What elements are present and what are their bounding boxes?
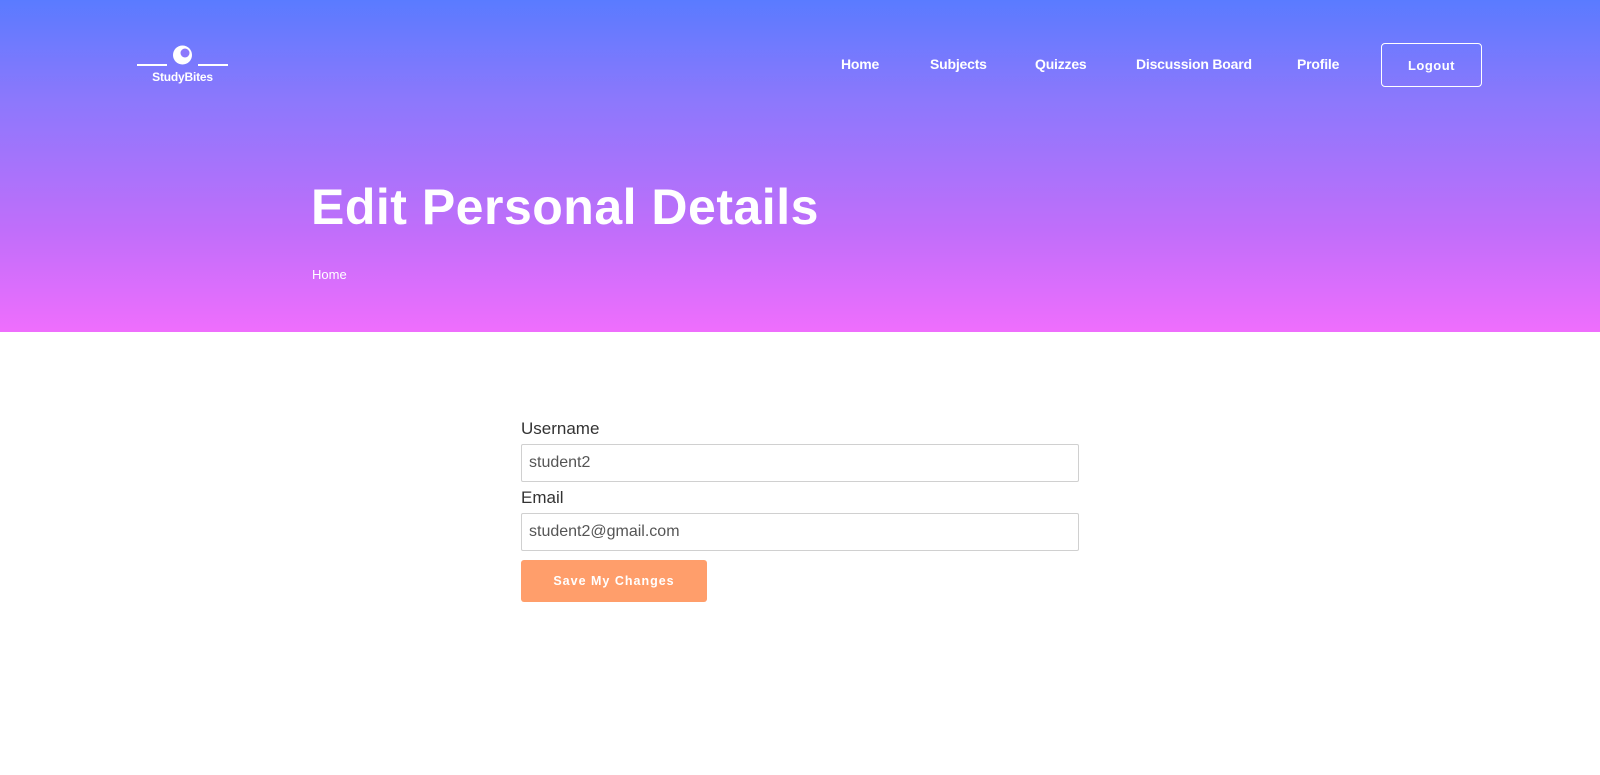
edit-details-form: Username Email Save My Changes xyxy=(521,418,1079,602)
nav-discussion-board[interactable]: Discussion Board xyxy=(1136,56,1252,72)
username-input[interactable] xyxy=(521,444,1079,482)
nav-profile[interactable]: Profile xyxy=(1297,56,1339,72)
save-changes-button[interactable]: Save My Changes xyxy=(521,560,707,602)
nav-home[interactable]: Home xyxy=(841,56,879,72)
main-nav: Home Subjects Quizzes Discussion Board P… xyxy=(0,56,1600,76)
username-label: Username xyxy=(521,419,600,438)
breadcrumb-home[interactable]: Home xyxy=(312,267,347,282)
page-title: Edit Personal Details xyxy=(311,179,819,235)
nav-quizzes[interactable]: Quizzes xyxy=(1035,56,1087,72)
email-label: Email xyxy=(521,488,564,507)
email-input[interactable] xyxy=(521,513,1079,551)
nav-subjects[interactable]: Subjects xyxy=(930,56,987,72)
page-header-banner: StudyBites Home Subjects Quizzes Discuss… xyxy=(0,0,1600,332)
logout-button[interactable]: Logout xyxy=(1381,43,1482,87)
